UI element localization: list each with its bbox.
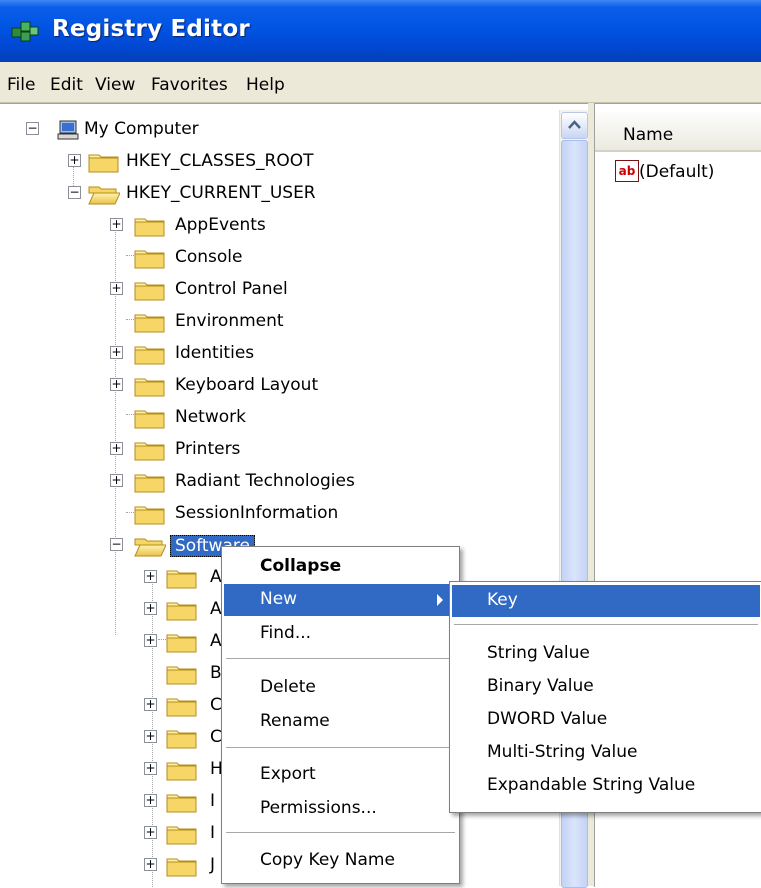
expand-icon[interactable]: + bbox=[144, 634, 157, 647]
menu-bar: File Edit View Favorites Help bbox=[0, 62, 761, 103]
folder-icon bbox=[166, 631, 198, 653]
expand-icon[interactable]: + bbox=[68, 154, 81, 167]
menu-edit[interactable]: Edit bbox=[50, 75, 83, 95]
collapse-icon[interactable]: − bbox=[68, 186, 81, 199]
tree-label: Printers bbox=[175, 439, 241, 459]
tree-label: A bbox=[210, 631, 222, 651]
tree-label: I bbox=[210, 791, 216, 811]
new-submenu: Key String Value Binary Value DWORD Valu… bbox=[449, 581, 761, 813]
folder-icon bbox=[134, 407, 166, 429]
submenu-arrow-icon bbox=[437, 594, 443, 606]
folder-icon bbox=[134, 439, 166, 461]
submenu-item-dword-value[interactable]: DWORD Value bbox=[452, 704, 760, 736]
menu-item-find[interactable]: Find... bbox=[224, 618, 457, 650]
submenu-item-multi-string-value[interactable]: Multi-String Value bbox=[452, 737, 760, 769]
tree-label: Identities bbox=[175, 343, 255, 363]
menu-item-new[interactable]: New bbox=[224, 584, 457, 616]
tree-label: A bbox=[210, 599, 222, 619]
folder-icon bbox=[134, 247, 166, 269]
tree-label: Console bbox=[175, 247, 243, 267]
tree-label: SessionInformation bbox=[175, 503, 339, 523]
expand-icon[interactable]: + bbox=[144, 570, 157, 583]
expand-icon[interactable]: + bbox=[110, 378, 123, 391]
folder-open-icon bbox=[88, 183, 120, 205]
expand-icon[interactable]: + bbox=[110, 282, 123, 295]
menu-file[interactable]: File bbox=[7, 75, 35, 95]
expand-icon[interactable]: + bbox=[144, 826, 157, 839]
registry-editor-icon bbox=[11, 21, 39, 42]
tree-label: Network bbox=[175, 407, 246, 427]
expand-icon[interactable]: + bbox=[144, 602, 157, 615]
tree-label: HKEY_CURRENT_USER bbox=[126, 183, 316, 203]
string-value-icon: ab bbox=[615, 160, 639, 182]
column-header-label: Name bbox=[623, 125, 674, 145]
tree-label: Control Panel bbox=[175, 279, 288, 299]
folder-icon bbox=[134, 311, 166, 333]
expand-icon[interactable]: + bbox=[110, 218, 123, 231]
collapse-icon[interactable]: − bbox=[110, 538, 123, 551]
value-name: (Default) bbox=[639, 162, 715, 182]
tree-label: My Computer bbox=[84, 119, 199, 139]
folder-icon bbox=[88, 151, 120, 173]
expand-icon[interactable]: + bbox=[144, 730, 157, 743]
folder-icon bbox=[166, 567, 198, 589]
menu-view[interactable]: View bbox=[95, 75, 135, 95]
computer-icon bbox=[57, 120, 79, 140]
menu-item-rename[interactable]: Rename bbox=[224, 706, 457, 738]
tree-label: HKEY_CLASSES_ROOT bbox=[126, 151, 314, 171]
submenu-item-key[interactable]: Key bbox=[452, 585, 760, 617]
tree-label: I bbox=[210, 823, 216, 843]
tree-label: Keyboard Layout bbox=[175, 375, 319, 395]
expand-icon[interactable]: + bbox=[110, 474, 123, 487]
menu-item-export[interactable]: Export bbox=[224, 759, 457, 791]
submenu-item-expandable-string-value[interactable]: Expandable String Value bbox=[452, 770, 760, 802]
menu-separator bbox=[454, 624, 758, 625]
expand-icon[interactable]: + bbox=[144, 858, 157, 871]
folder-icon bbox=[166, 791, 198, 813]
window-title: Registry Editor bbox=[52, 16, 250, 42]
folder-icon bbox=[134, 375, 166, 397]
column-header-name[interactable]: Name bbox=[595, 112, 761, 152]
scroll-up-button[interactable] bbox=[561, 112, 588, 139]
tree-label: Radiant Technologies bbox=[175, 471, 355, 491]
folder-open-icon bbox=[134, 535, 166, 557]
tree-label: J bbox=[210, 855, 216, 875]
chevron-up-icon bbox=[568, 120, 581, 129]
menu-separator bbox=[226, 832, 455, 833]
folder-icon bbox=[134, 503, 166, 525]
context-menu: Collapse New Find... Delete Rename Expor… bbox=[221, 546, 460, 884]
menu-item-collapse[interactable]: Collapse bbox=[224, 551, 457, 583]
folder-icon bbox=[166, 823, 198, 845]
folder-icon bbox=[134, 215, 166, 237]
folder-icon bbox=[134, 279, 166, 301]
menu-favorites[interactable]: Favorites bbox=[151, 75, 228, 95]
tree-label: A bbox=[210, 567, 222, 587]
expand-icon[interactable]: + bbox=[110, 442, 123, 455]
folder-icon bbox=[166, 759, 198, 781]
menu-item-delete[interactable]: Delete bbox=[224, 672, 457, 704]
menu-help[interactable]: Help bbox=[246, 75, 285, 95]
menu-item-permissions[interactable]: Permissions... bbox=[224, 793, 457, 825]
tree-label: B bbox=[210, 663, 222, 683]
submenu-item-string-value[interactable]: String Value bbox=[452, 638, 760, 670]
title-bar[interactable]: Registry Editor bbox=[0, 0, 761, 62]
expand-icon[interactable]: + bbox=[144, 762, 157, 775]
folder-icon bbox=[166, 855, 198, 877]
menu-separator bbox=[226, 747, 455, 748]
folder-icon bbox=[166, 663, 198, 685]
folder-icon bbox=[134, 471, 166, 493]
expand-icon[interactable]: + bbox=[144, 698, 157, 711]
tree-label: AppEvents bbox=[175, 215, 266, 235]
folder-icon bbox=[166, 695, 198, 717]
expand-icon[interactable]: + bbox=[144, 794, 157, 807]
collapse-icon[interactable]: − bbox=[26, 122, 39, 135]
expand-icon[interactable]: + bbox=[110, 346, 123, 359]
menu-item-copy-key-name[interactable]: Copy Key Name bbox=[224, 845, 457, 877]
submenu-item-binary-value[interactable]: Binary Value bbox=[452, 671, 760, 703]
folder-icon bbox=[134, 343, 166, 365]
menu-separator bbox=[226, 658, 455, 659]
tree-label: Environment bbox=[175, 311, 284, 331]
folder-icon bbox=[166, 599, 198, 621]
folder-icon bbox=[166, 727, 198, 749]
